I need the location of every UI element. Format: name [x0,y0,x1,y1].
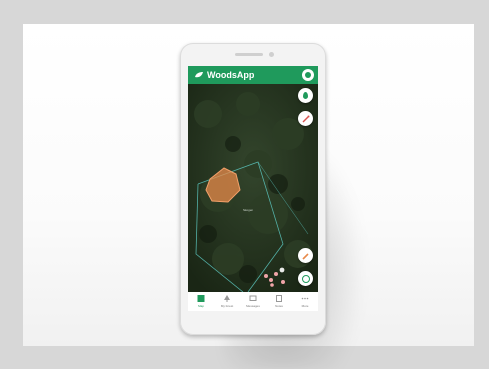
nav-label: Notes [275,304,283,308]
nav-item-notes[interactable]: Notes [266,292,292,311]
nav-label: Messages [246,304,260,308]
satellite-map[interactable]: Skogen [188,84,318,293]
app-screen: WoodsApp Skogen Map My forest Messages N… [188,66,318,311]
compass-icon [301,274,310,283]
map-icon [197,295,205,302]
profile-button[interactable] [302,69,314,81]
tree-icon [224,295,230,302]
edit-button[interactable] [298,248,313,263]
message-icon [249,295,257,301]
nav-item-messages[interactable]: Messages [240,292,266,311]
nav-item-my-forest[interactable]: My forest [214,292,240,311]
leaf-logo-icon [195,72,203,78]
app-header: WoodsApp [188,66,318,84]
nav-label: More [301,304,309,308]
draw-button[interactable] [298,111,313,126]
nav-item-map[interactable]: Map [188,292,214,311]
pencil-icon [301,252,309,260]
note-icon [276,295,282,302]
nav-label: Map [198,304,204,308]
location-pin-icon [303,92,308,99]
locate-button[interactable] [298,88,313,103]
speaker-grille [235,53,263,56]
nav-item-more[interactable]: More [292,292,318,311]
compass-button[interactable] [298,271,313,286]
app-title: WoodsApp [207,70,255,80]
phone-frame: WoodsApp Skogen Map My forest Messages N… [180,43,326,335]
more-icon [301,297,309,300]
front-camera [269,52,274,57]
nav-label: My forest [220,304,234,308]
bottom-navigation: Map My forest Messages Notes More [188,292,318,311]
draw-tool-icon [302,115,309,122]
area-label: Skogen [243,208,254,212]
